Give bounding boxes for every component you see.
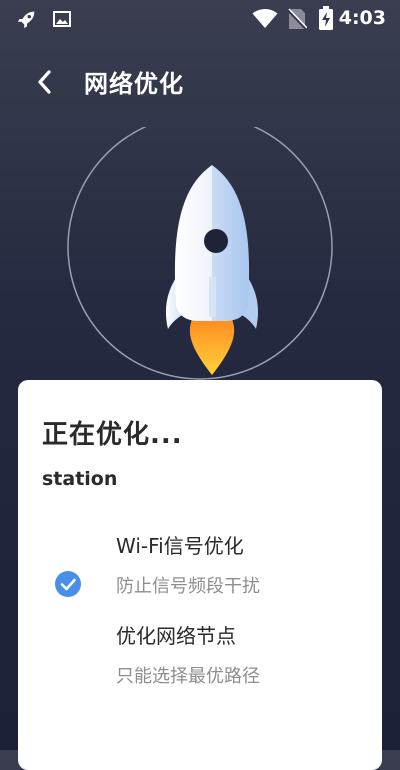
- rocket-animation: [66, 114, 334, 395]
- card-title: 正在优化...: [42, 420, 183, 450]
- task-description: 只能选择最优路径: [116, 666, 260, 687]
- task-title: 优化网络节点: [116, 624, 236, 648]
- page-title: 网络优化: [84, 70, 184, 98]
- rocket-window: [204, 229, 228, 253]
- optimization-card: 正在优化... station Wi-Fi信号优化 防止信号频段干扰 优化网络节…: [18, 380, 382, 770]
- rocket-notification-icon: [16, 8, 38, 34]
- network-name: station: [42, 468, 118, 490]
- no-sim-icon: [287, 8, 308, 34]
- status-bar: 4:03: [0, 0, 400, 38]
- task-item-network-node: 优化网络节点 只能选择最优路径: [18, 620, 382, 690]
- task-title: Wi-Fi信号优化: [116, 534, 244, 558]
- chevron-left-icon: [38, 70, 51, 94]
- check-circle-icon: [55, 571, 81, 597]
- image-notification-icon: [52, 9, 72, 33]
- task-item-wifi-signal: Wi-Fi信号优化 防止信号频段干扰: [18, 530, 382, 600]
- wifi-icon: [252, 9, 278, 33]
- task-description: 防止信号频段干扰: [116, 576, 260, 597]
- back-button[interactable]: [28, 62, 60, 102]
- rocket-flame: [189, 317, 235, 375]
- header: 网络优化: [0, 58, 400, 104]
- battery-charging-icon: [318, 6, 334, 35]
- status-time: 4:03: [338, 7, 386, 29]
